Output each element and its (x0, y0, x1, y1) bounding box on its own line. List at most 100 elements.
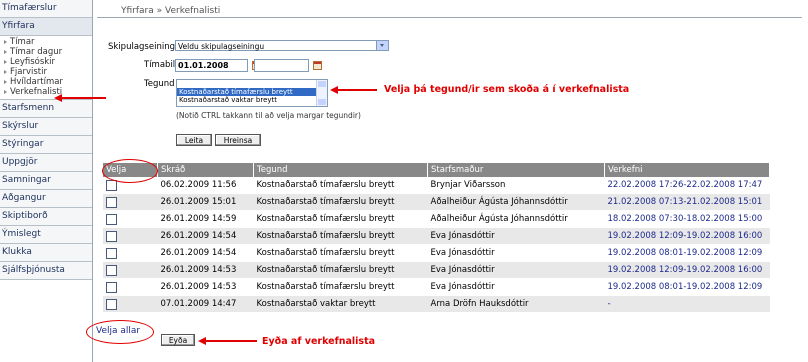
type-option[interactable] (177, 80, 327, 88)
employee-cell: Aðalheiður Ágústa Jóhannsdóttir (427, 210, 605, 228)
task-link[interactable]: 19.02.2008 12:09-19.02.2008 16:00 (604, 227, 770, 245)
date-cell: 26.01.2009 14:59 (157, 210, 254, 228)
table-row: 26.01.2009 14:53 Kostnaðarstað tímafærsl… (103, 278, 770, 296)
chevron-down-icon (376, 41, 388, 50)
type-cell: Kostnaðarstað tímafærslu breytt (253, 227, 428, 245)
delete-button[interactable]: Eyða (161, 334, 195, 346)
breadcrumb: Yfirfara » Verkefnalisti (97, 0, 802, 18)
sidebar-subitem-timar[interactable]: Tímar (0, 37, 92, 47)
sidebar-item-klukka[interactable]: Klukka (0, 244, 92, 262)
triangle-icon (4, 59, 7, 64)
table-row: 07.01.2009 14:47 Kostnaðarstað vaktar br… (103, 295, 770, 313)
row-checkbox-cell (103, 261, 158, 279)
type-cell: Kostnaðarstað tímafærslu breytt (253, 193, 428, 211)
task-link[interactable]: - (604, 295, 770, 313)
sidebar-subitem-leyfisoskir[interactable]: Leyfisóskir (0, 57, 92, 67)
employee-cell: Aðalheiður Ágústa Jóhannsdóttir (427, 193, 605, 211)
hint-text: (Notið CTRL takkann til að velja margar … (176, 111, 361, 120)
date-cell: 26.01.2009 14:53 (157, 261, 254, 279)
type-cell: Kostnaðarstað tímafærslu breytt (253, 210, 428, 228)
column-header-employee[interactable]: Starfsmaður (427, 163, 605, 177)
type-listbox[interactable]: Kostnaðarstað tímafærslu breytt Kostnaða… (176, 79, 328, 107)
unit-label: Skipulagseining (108, 42, 175, 52)
employee-cell: Eva Jónasdóttir (427, 278, 605, 296)
row-checkbox[interactable] (106, 230, 117, 242)
clear-button[interactable]: Hreinsa (215, 134, 261, 146)
type-cell: Kostnaðarstað tímafærslu breytt (253, 278, 428, 296)
row-checkbox-cell (103, 278, 158, 296)
type-annotation: Velja þá tegund/ir sem skoða á í verkefn… (384, 84, 630, 95)
row-checkbox[interactable] (106, 298, 117, 310)
sidebar-item-uppgjor[interactable]: Uppgjör (0, 154, 92, 172)
table-row: 06.02.2009 11:56 Kostnaðarstað tímafærsl… (103, 177, 770, 194)
row-checkbox[interactable] (106, 247, 117, 259)
sidebar-item-adgangur[interactable]: Aðgangur (0, 190, 92, 208)
row-checkbox[interactable] (106, 264, 117, 276)
employee-cell: Eva Jónasdóttir (427, 261, 605, 279)
type-option-selected[interactable]: Kostnaðarstað tímafærslu breytt (177, 88, 327, 96)
row-checkbox[interactable] (106, 281, 117, 293)
unit-select[interactable]: Veldu skipulagseiningu (175, 40, 389, 51)
sidebar-item-skiptibord[interactable]: Skiptiborð (0, 208, 92, 226)
task-link[interactable]: 19.02.2008 08:01-19.02.2008 12:09 (604, 278, 770, 296)
highlight-ellipse (102, 159, 158, 183)
employee-cell: Brynjar Viðarsson (427, 177, 605, 194)
row-checkbox-cell (103, 227, 158, 245)
sidebar-subitem-hvildartimar[interactable]: Hvíldartímar (0, 77, 92, 87)
triangle-icon (4, 79, 7, 84)
column-header-date[interactable]: Skráð (157, 163, 254, 177)
sidebar-item-yfirfara[interactable]: Yfirfara (0, 18, 92, 36)
employee-cell: Arna Dröfn Hauksdóttir (427, 295, 605, 313)
table-row: 26.01.2009 14:53 Kostnaðarstað tímafærsl… (103, 261, 770, 279)
employee-cell: Eva Jónasdóttir (427, 244, 605, 262)
row-checkbox[interactable] (106, 213, 117, 225)
date-from-input[interactable]: 01.01.2008 (175, 59, 248, 72)
date-cell: 26.01.2009 14:54 (157, 227, 254, 245)
column-header-task[interactable]: Verkefni (604, 163, 770, 177)
sidebar-subitem-label: Hvíldartímar (10, 77, 63, 87)
sidebar-item-samningar[interactable]: Samningar (0, 172, 92, 190)
task-link[interactable]: 19.02.2008 12:09-19.02.2008 16:00 (604, 261, 770, 279)
sidebar-item-timafaerslur[interactable]: Tímafærslur (0, 0, 92, 18)
task-link[interactable]: 21.02.2008 07:13-21.02.2008 15:01 (604, 193, 770, 211)
triangle-icon (4, 39, 7, 44)
row-checkbox[interactable] (106, 196, 117, 208)
task-link[interactable]: 19.02.2008 08:01-19.02.2008 12:09 (604, 244, 770, 262)
arrow-line (61, 97, 106, 99)
search-button[interactable]: Leita (176, 134, 212, 146)
sidebar-subitem-timar-dagur[interactable]: Tímar dagur (0, 47, 92, 57)
table-row: 26.01.2009 14:54 Kostnaðarstað tímafærsl… (103, 244, 770, 262)
date-cell: 26.01.2009 14:54 (157, 244, 254, 262)
column-header-type[interactable]: Tegund (253, 163, 428, 177)
sidebar-item-styringar[interactable]: Stýringar (0, 136, 92, 154)
delete-annotation: Eyða af verkefnalista (262, 336, 376, 347)
calendar-icon[interactable] (313, 61, 322, 70)
date-cell: 06.02.2009 11:56 (157, 177, 254, 194)
triangle-icon (4, 49, 7, 54)
task-link[interactable]: 18.02.2008 07:30-18.02.2008 15:00 (604, 210, 770, 228)
date-cell: 26.01.2009 15:01 (157, 193, 254, 211)
task-link[interactable]: 22.02.2008 17:26-22.02.2008 17:47 (604, 177, 770, 194)
sidebar-item-starfsmenn[interactable]: Starfsmenn (0, 100, 92, 118)
sidebar-item-sjalfsthjonusta[interactable]: Sjálfsþjónusta (0, 262, 92, 280)
sidebar-subitem-fjarvistir[interactable]: Fjarvistir (0, 67, 92, 77)
listbox-scrollbar[interactable] (316, 80, 327, 106)
row-checkbox-cell (103, 295, 158, 313)
unit-select-value: Veldu skipulagseiningu (178, 42, 265, 51)
highlight-ellipse (86, 320, 154, 344)
sidebar-subitem-verkefnalisti[interactable]: Verkefnalisti (0, 87, 92, 97)
table-row: 26.01.2009 15:01 Kostnaðarstað tímafærsl… (103, 193, 770, 211)
type-cell: Kostnaðarstað vaktar breytt (253, 295, 428, 313)
scroll-up-icon[interactable] (318, 81, 326, 87)
date-to-input[interactable] (254, 59, 309, 72)
sidebar-item-ymislegt[interactable]: Ýmislegt (0, 226, 92, 244)
triangle-icon (4, 69, 7, 74)
sidebar-subitem-label: Fjarvistir (10, 67, 47, 77)
sidebar-item-skyrslur[interactable]: Skýrslur (0, 118, 92, 136)
scroll-down-icon[interactable] (318, 99, 326, 105)
sidebar-nav: Tímafærslur Yfirfara Tímar Tímar dagur L… (0, 0, 93, 362)
type-option[interactable]: Kostnaðarstað vaktar breytt (177, 96, 327, 104)
date-cell: 26.01.2009 14:53 (157, 278, 254, 296)
arrow-line (205, 340, 257, 342)
arrow-line (337, 89, 377, 91)
